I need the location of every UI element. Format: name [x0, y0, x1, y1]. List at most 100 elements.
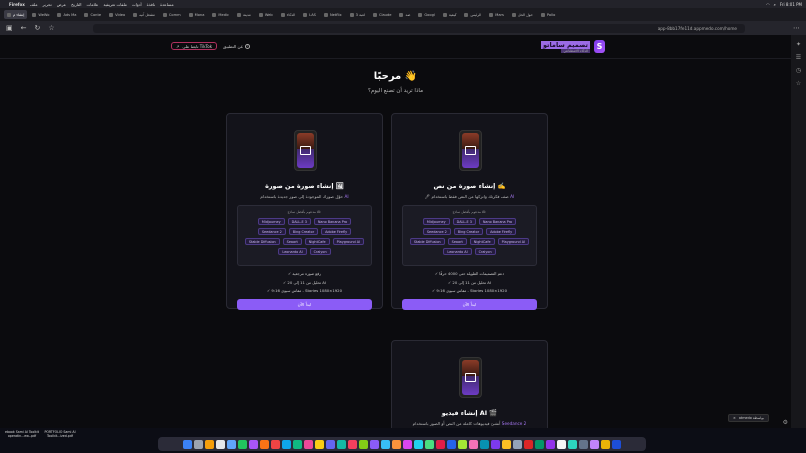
dock-app-icon[interactable] [183, 439, 192, 449]
model-chip[interactable]: NightCafe [469, 238, 495, 245]
browser-tab[interactable]: Conte [81, 10, 104, 19]
dock-app-icon[interactable] [271, 439, 280, 449]
dock-app-icon[interactable] [524, 439, 533, 449]
dock-app-icon[interactable] [414, 439, 423, 449]
creation-card[interactable]: إنشاء صورة من صورة 🖼 حوّل صورك الموجودة إ… [226, 113, 383, 310]
dock-app-icon[interactable] [370, 439, 379, 449]
bookmark-star-icon[interactable]: ☆ [48, 24, 54, 32]
browser-tab[interactable]: LAS [300, 10, 319, 19]
menubar-item[interactable]: أدوات [132, 2, 142, 7]
browser-tab[interactable]: Mars [486, 10, 507, 19]
browser-tab[interactable]: Web [256, 10, 276, 19]
dock-app-icon[interactable] [238, 439, 247, 449]
dock-app-icon[interactable] [359, 439, 368, 449]
browser-tab[interactable]: Mona [186, 10, 208, 19]
made-with-badge[interactable]: × atmedo بواسطة [727, 414, 769, 422]
sidebar-bookmarks-icon[interactable]: ☰ [796, 54, 801, 61]
app-logo[interactable]: تصميم ساماتو الذكاء الاصطناعي S [540, 40, 605, 53]
dock-app-icon[interactable] [216, 439, 225, 449]
browser-tab[interactable]: Googl [415, 10, 437, 19]
url-field[interactable]: app-8bb17fe11d.appmedo.com/home [92, 23, 745, 33]
creation-card[interactable]: إنشاء صورة من نص ✍️ 🖊 صف فكرتك واتركها من… [391, 113, 548, 310]
dock-app-icon[interactable] [392, 439, 401, 449]
menubar-item[interactable]: مساعدة [160, 2, 174, 7]
browser-tab[interactable]: مشغل آنيه [130, 10, 158, 19]
model-chip[interactable]: Craiyon [309, 248, 331, 255]
model-chip[interactable]: Stable Diffusion [409, 238, 445, 245]
menubar-item[interactable]: عرض [57, 2, 66, 7]
model-chip[interactable]: Bing Creator [288, 228, 319, 235]
dock-app-icon[interactable] [315, 439, 324, 449]
dock-app-icon[interactable] [282, 439, 291, 449]
dock-app-icon[interactable] [381, 439, 390, 449]
close-icon[interactable]: × [733, 416, 736, 420]
start-now-button[interactable]: ابدأ الآن [402, 299, 537, 310]
browser-tab[interactable]: Netflix [321, 10, 345, 19]
menubar-clock[interactable]: Fri 8:01 PM [780, 2, 802, 7]
dock-app-icon[interactable] [535, 439, 544, 449]
model-chip[interactable]: Seedance 2 [257, 228, 286, 235]
menubar-item[interactable]: نافذة [147, 2, 155, 7]
dock-app-icon[interactable] [194, 439, 203, 449]
dock-app-icon[interactable] [590, 439, 599, 449]
model-chip[interactable]: Seaart [282, 238, 302, 245]
dock-app-icon[interactable] [612, 439, 621, 449]
dock-app-icon[interactable] [557, 439, 566, 449]
sidebar-history-icon[interactable]: ◷ [796, 67, 801, 74]
model-chip[interactable]: Seedance 2 [422, 228, 451, 235]
dock-app-icon[interactable] [348, 439, 357, 449]
model-chip[interactable]: DALL-E 3 [287, 218, 311, 225]
browser-tab[interactable]: ضد [396, 10, 413, 19]
browser-tab[interactable]: Ads Ma [54, 10, 79, 19]
gear-icon[interactable]: ⚙ [783, 419, 788, 426]
dock-app-icon[interactable] [326, 439, 335, 449]
model-chip[interactable]: Stable Diffusion [244, 238, 280, 245]
dock-app-icon[interactable] [425, 439, 434, 449]
dock-app-icon[interactable] [436, 439, 445, 449]
menubar-app-name[interactable]: Firefox [9, 2, 25, 7]
dock-app-icon[interactable] [469, 439, 478, 449]
dock-app-icon[interactable] [447, 439, 456, 449]
dock-app-icon[interactable] [205, 439, 214, 449]
menubar-item[interactable]: ملفات تعريفية [103, 2, 126, 7]
model-chip[interactable]: DALL-E 3 [452, 218, 476, 225]
browser-tab[interactable]: حول الحل [509, 10, 536, 19]
model-chip[interactable]: NightCafe [304, 238, 330, 245]
browser-tab[interactable]: كيفية [440, 10, 460, 19]
browser-tab[interactable]: لعبة 3 [347, 10, 368, 19]
browser-tab[interactable]: الرئيس [461, 10, 484, 19]
sidebar-toggle-icon[interactable]: ▣ [6, 24, 13, 32]
model-chip[interactable]: Seaart [447, 238, 467, 245]
dock-app-icon[interactable] [579, 439, 588, 449]
browser-tab[interactable]: Claude [370, 10, 394, 19]
sidebar-ai-icon[interactable]: ✦ [796, 41, 801, 48]
start-now-button[interactable]: ابدأ الآن [237, 299, 372, 310]
creation-card[interactable]: إنشاء فيديو AI 🎬 أنشئ فيديوهات كاملة من ا… [391, 340, 548, 428]
dock-app-icon[interactable] [249, 439, 258, 449]
dock-app-icon[interactable] [480, 439, 489, 449]
about-button[interactable]: عن التطبيق i [223, 43, 251, 49]
model-chip[interactable]: Midjourney [257, 218, 285, 225]
model-chip[interactable]: Craiyon [474, 248, 496, 255]
desktop-file[interactable]: PORTFOLIO Sami AI Toolkit...ized.pdf [42, 430, 78, 438]
dock-app-icon[interactable] [260, 439, 269, 449]
extensions-icon[interactable]: ⋯ [793, 24, 800, 32]
wifi-icon[interactable]: ◠ [766, 2, 770, 7]
model-chip[interactable]: Nano Banana Pro [313, 218, 352, 225]
menubar-item[interactable]: ملف [30, 2, 38, 7]
model-chip[interactable]: Playground AI [332, 238, 365, 245]
model-chip[interactable]: Adobe Firefly [486, 228, 517, 235]
menubar-item[interactable]: علامات [87, 2, 99, 7]
browser-tab[interactable]: إنشاء م [4, 10, 28, 19]
dock-app-icon[interactable] [546, 439, 555, 449]
browser-tab[interactable]: WeWo [29, 10, 52, 19]
browser-tab[interactable]: Pollo [538, 10, 558, 19]
menubar-item[interactable]: تحرير [42, 2, 51, 7]
model-chip[interactable]: Bing Creator [453, 228, 484, 235]
browser-tab[interactable]: Comm [160, 10, 184, 19]
model-chip[interactable]: Nano Banana Pro [478, 218, 517, 225]
browser-tab[interactable]: مدينة [234, 10, 254, 19]
dock-app-icon[interactable] [403, 439, 412, 449]
reload-icon[interactable]: ↻ [35, 24, 41, 32]
search-icon[interactable]: ⌕ [774, 2, 776, 7]
